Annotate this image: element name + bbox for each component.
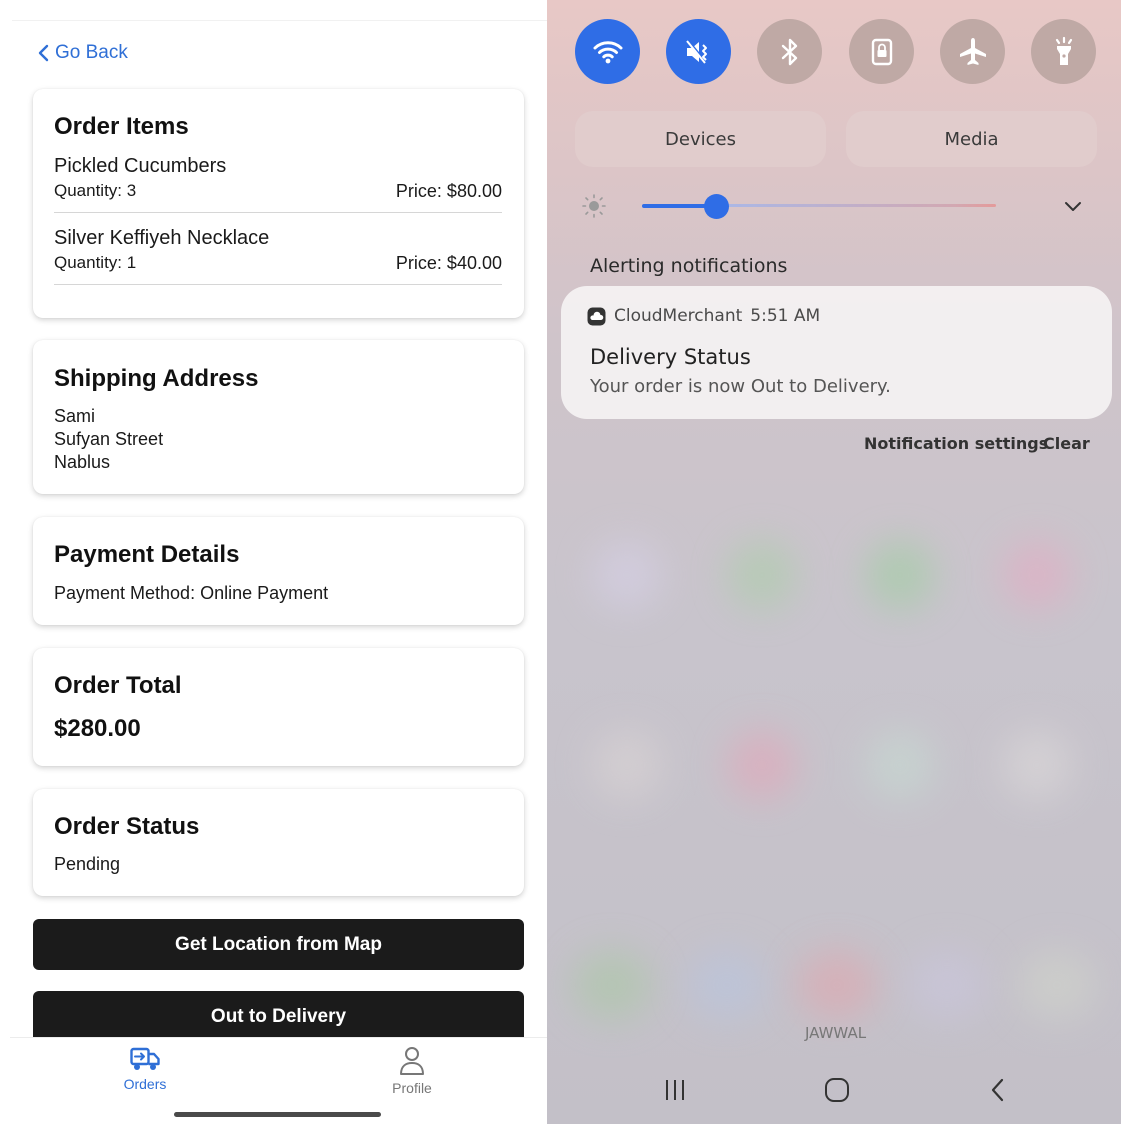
brightness-slider[interactable] — [575, 188, 1095, 224]
notification-app-header: CloudMerchant 5:51 AM — [587, 306, 820, 326]
notification-settings-button[interactable]: Notification settings — [864, 434, 1048, 453]
devices-button[interactable]: Devices — [575, 111, 826, 167]
nav-profile[interactable]: Profile — [372, 1046, 452, 1096]
notification-card[interactable]: CloudMerchant 5:51 AM Delivery Status Yo… — [561, 286, 1112, 419]
brightness-thumb[interactable] — [704, 194, 729, 219]
notification-time: 5:51 AM — [750, 306, 821, 326]
order-total-card: Order Total $280.00 — [33, 648, 524, 766]
blurred-app-icon — [797, 950, 877, 1020]
blurred-app-icon — [1002, 730, 1072, 800]
blurred-app-icon — [865, 730, 935, 800]
order-status-card: Order Status Pending — [33, 789, 524, 896]
get-location-button[interactable]: Get Location from Map — [33, 919, 524, 970]
blurred-app-icon — [592, 540, 662, 610]
top-divider — [12, 20, 547, 21]
recent-apps-button[interactable] — [645, 1070, 705, 1110]
clear-button[interactable]: Clear — [1043, 434, 1090, 453]
blurred-app-icon — [1017, 950, 1097, 1020]
sound-toggle[interactable] — [666, 19, 731, 84]
order-status-title: Order Status — [54, 813, 200, 840]
flashlight-toggle[interactable] — [1031, 19, 1096, 84]
order-items-card: Order Items Pickled Cucumbers Quantity: … — [33, 89, 524, 318]
shipping-address-card: Shipping Address Sami Sufyan Street Nabl… — [33, 340, 524, 494]
chevron-down-icon[interactable] — [1063, 200, 1083, 214]
back-icon — [991, 1078, 1004, 1102]
payment-details-card: Payment Details Payment Method: Online P… — [33, 517, 524, 625]
order-details-screen: Go Back Order Items Pickled Cucumbers Qu… — [0, 0, 547, 1124]
shipping-address-title: Shipping Address — [54, 365, 259, 392]
blurred-app-icon — [727, 730, 797, 800]
order-items-title: Order Items — [54, 113, 189, 140]
order-total-amount: $280.00 — [54, 715, 141, 742]
go-back-link[interactable]: Go Back — [37, 42, 128, 64]
address-line: Sufyan Street — [54, 429, 164, 449]
home-icon — [825, 1078, 849, 1102]
rotation-lock-toggle[interactable] — [849, 19, 914, 84]
flashlight-icon — [1055, 36, 1072, 65]
media-button[interactable]: Media — [846, 111, 1097, 167]
bottom-navigation: Orders Profile — [10, 1037, 547, 1124]
home-button[interactable] — [807, 1070, 867, 1110]
notification-app-name: CloudMerchant — [614, 306, 743, 326]
blurred-app-icon — [907, 950, 987, 1020]
airplane-toggle[interactable] — [940, 19, 1005, 84]
out-to-delivery-button[interactable]: Out to Delivery — [33, 991, 524, 1038]
sound-off-icon — [685, 39, 707, 64]
order-status-value: Pending — [54, 854, 121, 874]
item-divider — [54, 212, 502, 213]
carrier-label: JAWWAL — [805, 1024, 867, 1042]
payment-details-title: Payment Details — [54, 541, 240, 568]
home-indicator[interactable] — [174, 1112, 381, 1117]
nav-profile-label: Profile — [392, 1080, 432, 1096]
item-name: Pickled Cucumbers — [54, 155, 227, 177]
order-total-title: Order Total — [54, 672, 182, 699]
bluetooth-toggle[interactable] — [757, 19, 822, 84]
lock-rotation-icon — [871, 38, 892, 65]
delivery-truck-icon — [130, 1047, 160, 1070]
item-price: Price: $40.00 — [395, 253, 502, 273]
nav-orders-label: Orders — [123, 1076, 167, 1092]
blurred-app-icon — [592, 730, 662, 800]
blurred-app-icon — [572, 950, 652, 1020]
alerting-notifications-header: Alerting notifications — [590, 255, 788, 277]
blurred-app-icon — [1002, 540, 1072, 610]
wifi-icon — [593, 40, 622, 63]
payment-method: Payment Method: Online Payment — [54, 583, 329, 603]
bluetooth-icon — [781, 38, 797, 65]
nav-orders[interactable]: Orders — [105, 1046, 185, 1092]
go-back-label: Go Back — [55, 42, 128, 63]
notification-shade: Devices Media Alerting notifications Clo… — [547, 0, 1121, 1124]
cloud-app-icon — [587, 307, 606, 325]
sun-icon — [582, 194, 606, 218]
item-price: Price: $80.00 — [395, 181, 502, 201]
address-line: Sami — [54, 406, 96, 426]
blurred-app-icon — [727, 540, 797, 610]
notification-title: Delivery Status — [590, 345, 751, 369]
notification-body: Your order is now Out to Delivery. — [590, 376, 891, 397]
item-quantity: Quantity: 3 — [54, 181, 137, 200]
blurred-app-icon — [687, 950, 767, 1020]
brightness-track-empty — [716, 204, 996, 207]
item-quantity: Quantity: 1 — [54, 253, 137, 272]
airplane-icon — [959, 37, 986, 65]
person-icon — [400, 1047, 424, 1075]
blurred-app-icon — [865, 540, 935, 610]
item-name: Silver Keffiyeh Necklace — [54, 227, 270, 249]
item-divider — [54, 284, 502, 285]
recents-icon — [666, 1080, 684, 1100]
chevron-left-icon — [38, 44, 49, 62]
address-line: Nablus — [54, 452, 111, 472]
back-button[interactable] — [968, 1070, 1028, 1110]
wifi-toggle[interactable] — [575, 19, 640, 84]
